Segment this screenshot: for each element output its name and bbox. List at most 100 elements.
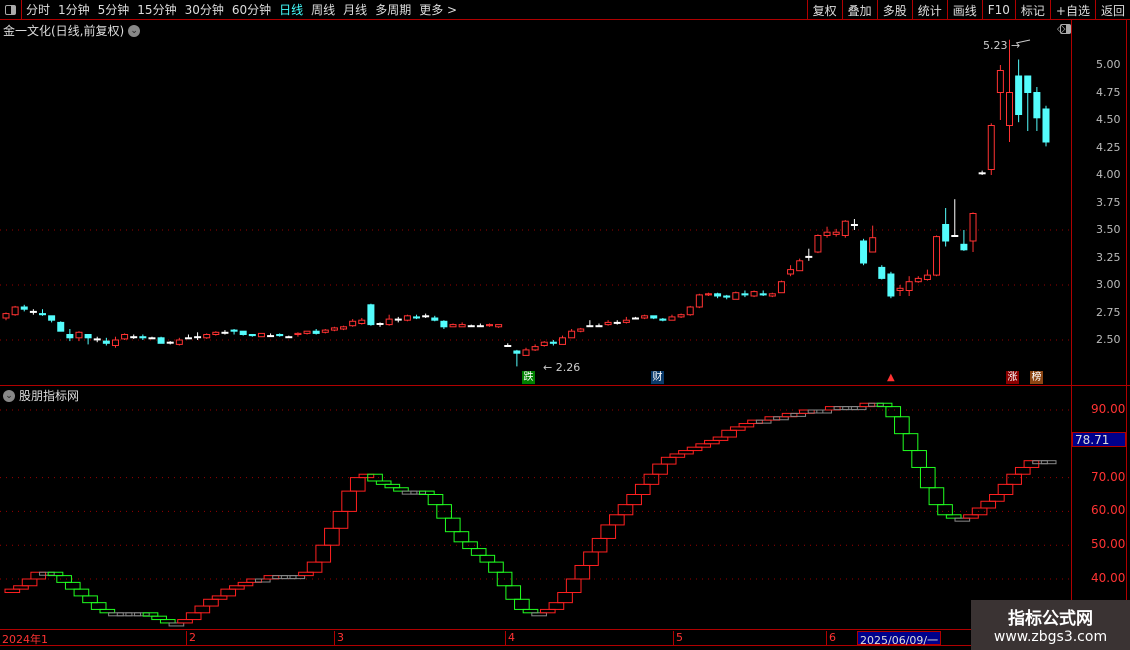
candle-body: [11, 306, 19, 316]
candle-body: [1006, 92, 1014, 126]
indicator-step: [894, 416, 910, 435]
watermark-title: 指标公式网: [1008, 609, 1093, 629]
candle-body: [613, 321, 621, 324]
badge-rise[interactable]: 涨: [1006, 371, 1019, 384]
price-tick: 4.00: [1096, 168, 1121, 181]
indicator-step: [574, 564, 591, 580]
candle-body: [641, 315, 649, 319]
indicator-step: [600, 524, 617, 539]
candle-body: [157, 337, 165, 344]
indicator-step: [686, 446, 703, 452]
candle-body: [84, 334, 92, 339]
indicator-step: [332, 510, 349, 529]
indicator-step: [99, 608, 116, 614]
candle-body: [1024, 75, 1032, 93]
candle-body: [2, 313, 10, 319]
indicator-step: [557, 592, 573, 604]
candle-body: [458, 324, 466, 328]
indicator-step: [82, 595, 98, 604]
candle-body: [695, 294, 703, 308]
candle-body: [549, 341, 557, 344]
candle-body: [130, 336, 138, 339]
indicator-step: [539, 608, 556, 614]
candle-body: [568, 330, 576, 339]
indicator-step: [1040, 460, 1057, 465]
time-tick: 2: [186, 631, 196, 645]
indicator-step: [963, 514, 979, 519]
pane-divider: [0, 385, 1130, 386]
chevron-down-icon[interactable]: ⌄: [3, 389, 15, 402]
candle-body: [759, 293, 767, 296]
price-tick: 4.50: [1096, 113, 1121, 126]
indicator-tick: 50.00: [1091, 537, 1126, 552]
indicator-step: [885, 406, 902, 418]
candle-body: [996, 70, 1004, 93]
candle-body: [540, 341, 548, 347]
indicator-step: [505, 585, 522, 600]
candle-body: [622, 319, 630, 323]
indicator-step: [220, 588, 237, 597]
high-price-label: 5.23 →: [983, 39, 1021, 52]
indicator-step: [669, 453, 686, 458]
indicator-step: [721, 429, 737, 438]
indicator-step: [678, 450, 694, 455]
badge-rank[interactable]: 榜: [1030, 371, 1043, 384]
candle-body: [467, 325, 475, 328]
candle-body: [486, 324, 494, 327]
chart-canvas[interactable]: [0, 0, 1130, 650]
badge-fall[interactable]: 跌: [522, 371, 535, 384]
candle-body: [93, 338, 101, 341]
candle-body: [951, 235, 959, 237]
candle-body: [504, 345, 512, 347]
indicator-title[interactable]: ⌄ 股朋指标网: [3, 387, 79, 404]
candle-body: [531, 346, 539, 351]
indicator-step: [609, 514, 625, 526]
candle-body: [650, 315, 658, 319]
axis-divider: [1126, 20, 1127, 630]
indicator-step: [21, 578, 38, 587]
indicator-step: [704, 439, 720, 445]
candle-body: [294, 332, 302, 335]
candle-body: [969, 213, 977, 242]
candle-body: [750, 291, 758, 297]
badge-finance[interactable]: 财: [651, 371, 664, 384]
candle-body: [878, 266, 886, 279]
indicator-step: [634, 483, 651, 495]
time-tick: 5: [673, 631, 683, 645]
candle-body: [686, 306, 694, 316]
indicator-step: [462, 541, 478, 550]
candle-body: [48, 315, 56, 321]
candle-body: [1042, 108, 1050, 143]
arrow-up-icon[interactable]: ▲: [887, 372, 895, 383]
indicator-step: [13, 585, 29, 590]
indicator-step: [660, 456, 677, 465]
candle-body: [239, 330, 247, 336]
candle-body: [513, 350, 521, 354]
indicator-title-text: 股朋指标网: [19, 389, 80, 403]
candle-body: [805, 255, 813, 258]
time-tick: 2024年1: [2, 633, 48, 646]
price-tick: 5.00: [1096, 58, 1121, 71]
price-tick: 3.25: [1096, 250, 1121, 264]
low-price-label: ← 2.26: [543, 361, 581, 374]
candle-body: [476, 325, 484, 328]
axis-divider: [1071, 20, 1072, 630]
indicator-step: [945, 514, 962, 519]
indicator-step: [427, 494, 444, 506]
indicator-step: [928, 487, 945, 506]
candle-body: [942, 224, 950, 242]
candle-body: [148, 337, 156, 340]
indicator-step: [617, 504, 634, 516]
candle-body: [257, 332, 265, 338]
cursor-date: 2025/06/09/一: [857, 631, 942, 647]
candle-body: [166, 341, 174, 344]
candle-body: [823, 231, 831, 236]
candle-body: [631, 317, 639, 320]
price-tick: 2.75: [1096, 305, 1121, 319]
candle-body: [522, 349, 530, 356]
candle-body: [38, 313, 46, 316]
candle-body: [787, 269, 795, 275]
candle-body: [184, 337, 192, 340]
indicator-step: [937, 504, 953, 516]
indicator-step: [384, 483, 401, 489]
